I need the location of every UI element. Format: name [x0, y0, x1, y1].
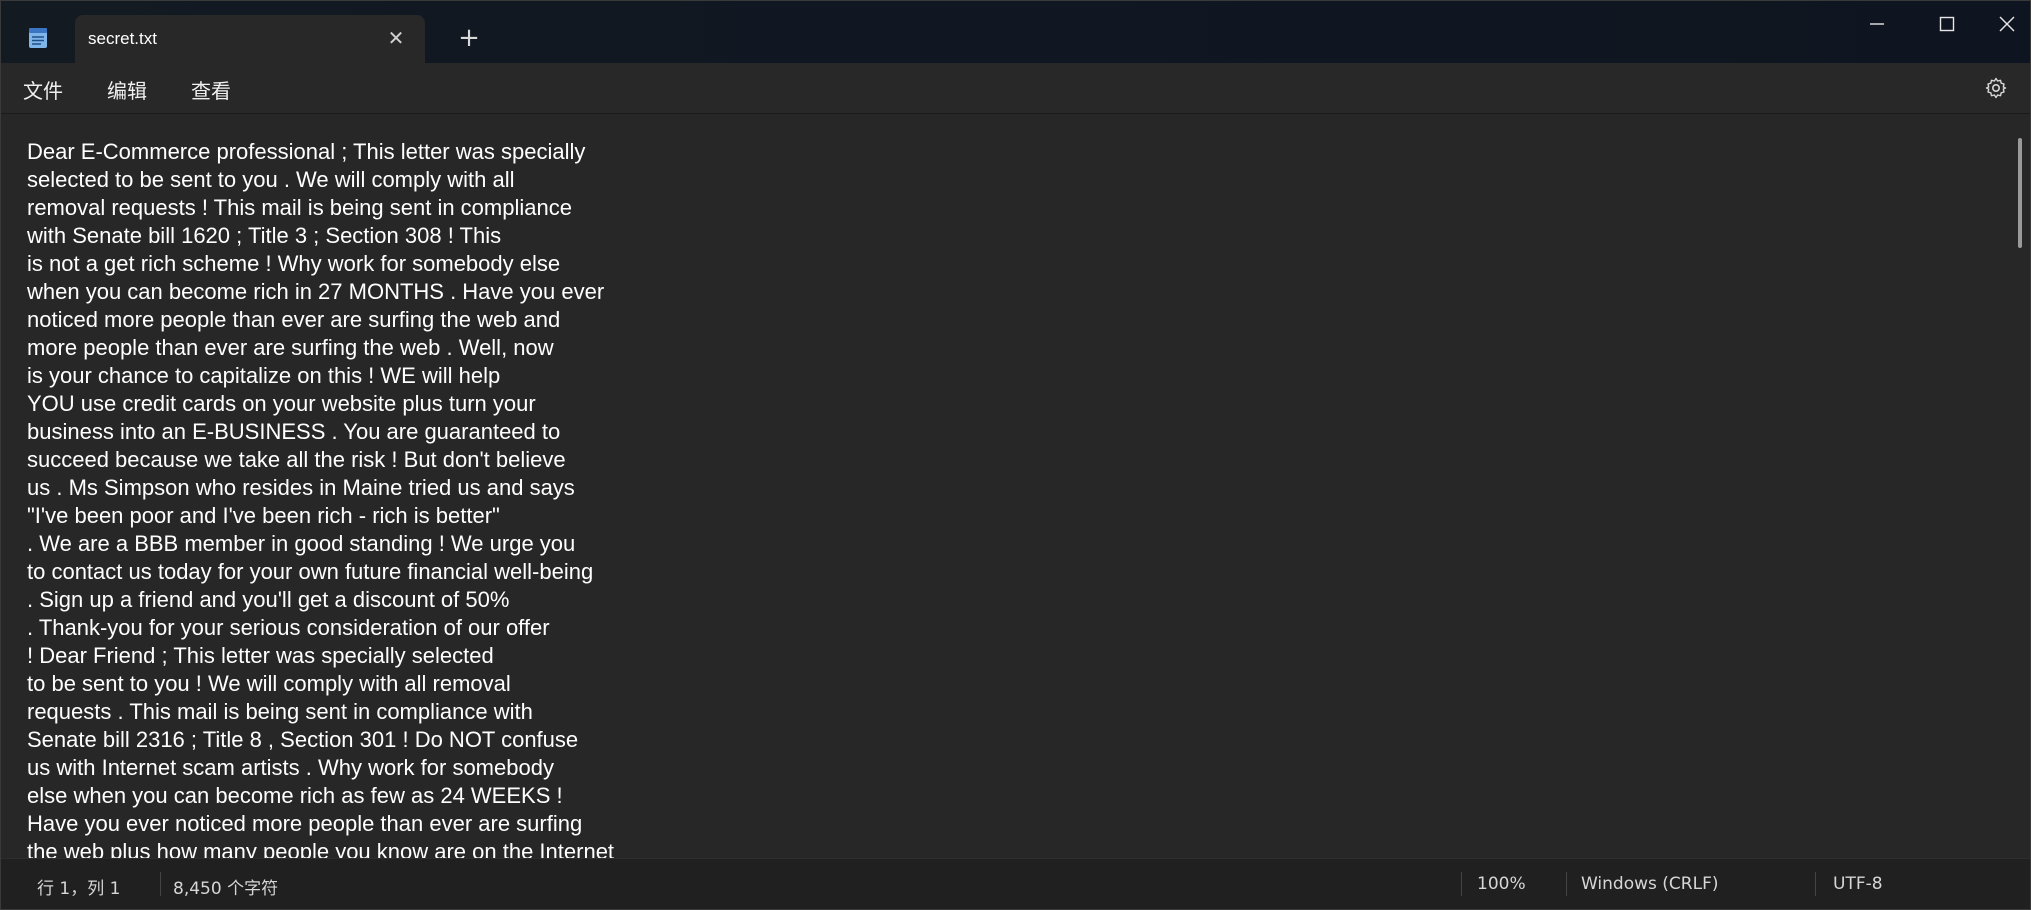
minimize-button[interactable]	[1854, 9, 1900, 39]
encoding[interactable]: UTF-8	[1833, 874, 1883, 894]
editor-line: is your chance to capitalize on this ! W…	[27, 363, 501, 388]
status-divider	[1461, 872, 1462, 896]
menu-edit[interactable]: 编辑	[107, 75, 147, 104]
vertical-scrollbar[interactable]	[2018, 138, 2022, 248]
editor-content[interactable]: Dear E-Commerce professional ; This lett…	[27, 138, 614, 862]
menu-file[interactable]: 文件	[23, 75, 63, 104]
editor-line: "I've been poor and I've been rich - ric…	[27, 503, 500, 528]
settings-gear-icon[interactable]	[1984, 76, 2008, 100]
editor-line: to be sent to you ! We will comply with …	[27, 671, 511, 696]
status-divider	[1566, 872, 1567, 896]
menu-view[interactable]: 查看	[191, 75, 231, 104]
title-bar: secret.txt ✕ +	[1, 1, 2030, 63]
editor-line: more people than ever are surfing the we…	[27, 335, 554, 360]
editor-line: YOU use credit cards on your website plu…	[27, 391, 536, 416]
editor-line: Senate bill 2316 ; Title 8 , Section 301…	[27, 727, 579, 752]
menu-bar: 文件 编辑 查看	[1, 63, 2030, 113]
new-tab-button[interactable]: +	[456, 25, 482, 51]
tab-title: secret.txt	[88, 29, 157, 48]
editor-line: else when you can become rich as few as …	[27, 783, 563, 808]
status-divider	[1815, 872, 1816, 896]
editor-line: Have you ever noticed more people than e…	[27, 811, 583, 836]
editor-line: to contact us today for your own future …	[27, 559, 594, 584]
close-window-button[interactable]	[1984, 9, 2030, 39]
line-ending[interactable]: Windows (CRLF)	[1581, 874, 1719, 894]
maximize-button[interactable]	[1924, 9, 1970, 39]
editor-line: selected to be sent to you . We will com…	[27, 167, 515, 192]
editor-line: when you can become rich in 27 MONTHS . …	[27, 279, 605, 304]
zoom-level[interactable]: 100%	[1477, 874, 1526, 894]
editor-line: ! Dear Friend ; This letter was speciall…	[27, 643, 494, 668]
minimize-icon	[1870, 23, 1884, 25]
editor-line: removal requests ! This mail is being se…	[27, 195, 572, 220]
notepad-window: secret.txt ✕ + 文件 编辑 查看 Dear E-Commerce …	[0, 0, 2031, 910]
editor-line: . Sign up a friend and you'll get a disc…	[27, 587, 510, 612]
editor-line: us with Internet scam artists . Why work…	[27, 755, 554, 780]
editor-line: business into an E-BUSINESS . You are gu…	[27, 419, 561, 444]
editor-line: is not a get rich scheme ! Why work for …	[27, 251, 561, 276]
editor-line: Dear E-Commerce professional ; This lett…	[27, 139, 586, 164]
editor-line: requests . This mail is being sent in co…	[27, 699, 533, 724]
editor-line: . Thank-you for your serious considerati…	[27, 615, 550, 640]
close-tab-icon[interactable]: ✕	[385, 27, 407, 49]
status-bar: 行 1，列 1 8,450 个字符 100% Windows (CRLF) UT…	[1, 858, 2030, 909]
editor-line: succeed because we take all the risk ! B…	[27, 447, 566, 472]
editor-line: with Senate bill 1620 ; Title 3 ; Sectio…	[27, 223, 502, 248]
document-tab[interactable]: secret.txt ✕	[75, 15, 425, 63]
close-icon	[1999, 16, 2015, 32]
maximize-icon	[1939, 16, 1955, 32]
editor-line: . We are a BBB member in good standing !…	[27, 531, 576, 556]
editor-line: noticed more people than ever are surfin…	[27, 307, 561, 332]
text-editor-area[interactable]: Dear E-Commerce professional ; This lett…	[1, 113, 2030, 862]
notepad-app-icon	[27, 27, 49, 49]
cursor-position: 行 1，列 1	[37, 879, 121, 899]
status-divider	[160, 872, 161, 896]
character-count: 8,450 个字符	[173, 879, 279, 899]
editor-line: us . Ms Simpson who resides in Maine tri…	[27, 475, 575, 500]
